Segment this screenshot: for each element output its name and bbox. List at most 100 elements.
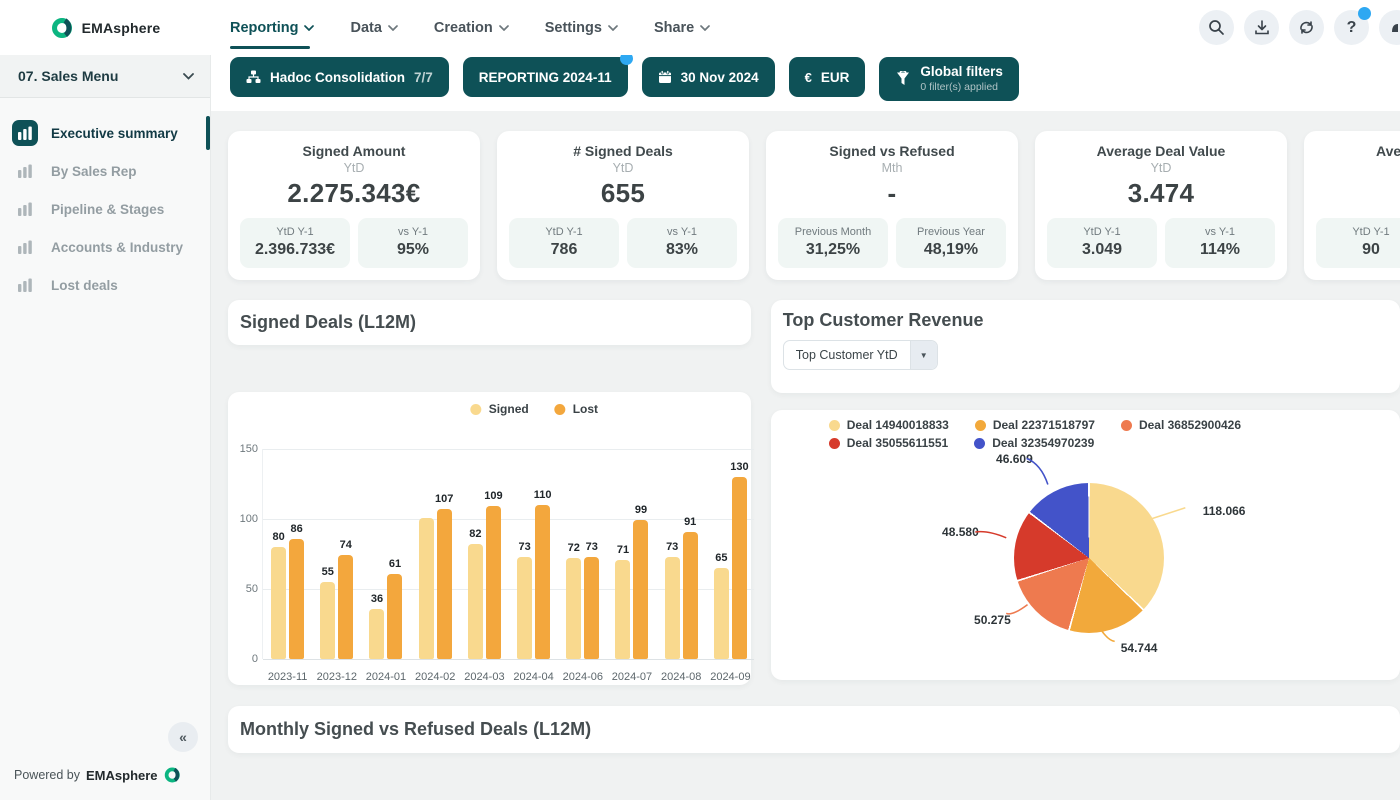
pie-graphic[interactable] xyxy=(1014,483,1164,633)
brand-name: EMAsphere xyxy=(82,20,161,36)
bar-lost[interactable]: 86 xyxy=(289,539,304,659)
kpi-subrow: YtD Y-12.396.733€vs Y-195% xyxy=(240,218,468,268)
sidebar-item-label: By Sales Rep xyxy=(51,164,137,179)
kpi-subvalue: 31,25% xyxy=(782,241,884,259)
bar-signed[interactable]: 73 xyxy=(665,557,680,659)
consolidation-filter-button[interactable]: Hadoc Consolidation 7/7 xyxy=(230,57,449,97)
bar-signed[interactable] xyxy=(419,518,434,659)
download-icon-button[interactable] xyxy=(1244,10,1279,45)
kpi-title: # Signed Deals xyxy=(509,143,737,159)
sidebar-item-lost-deals[interactable]: Lost deals xyxy=(0,266,210,304)
sidebar-item-pipeline-stages[interactable]: Pipeline & Stages xyxy=(0,190,210,228)
bar-lost[interactable]: 110 xyxy=(535,505,550,659)
kpi-title: Avera xyxy=(1316,143,1400,159)
legend-item-lost[interactable]: Lost xyxy=(555,402,598,416)
top-customer-title: Top Customer Revenue xyxy=(783,310,984,330)
kpi-card-2: # Signed DealsYtD655YtD Y-1786vs Y-183% xyxy=(497,131,749,280)
nav-item-share[interactable]: Share xyxy=(654,16,710,40)
bar-lost[interactable]: 99 xyxy=(633,520,648,659)
legend-item-deal[interactable]: Deal 35055611551 xyxy=(829,436,948,450)
bar-lost[interactable]: 61 xyxy=(387,574,402,659)
legend-item-deal[interactable]: Deal 32354970239 xyxy=(974,436,1094,450)
sidebar-item-by-sales-rep[interactable]: By Sales Rep xyxy=(0,152,210,190)
bar-signed[interactable]: 72 xyxy=(566,558,581,659)
currency-button[interactable]: € EUR xyxy=(789,57,866,97)
bar-signed[interactable]: 65 xyxy=(714,568,729,659)
x-axis-label: 2023-11 xyxy=(263,671,312,683)
bar-lost[interactable]: 74 xyxy=(338,555,353,659)
bar-chart-icon xyxy=(17,126,33,141)
bar-lost[interactable]: 91 xyxy=(683,532,698,659)
bar-value-label: 99 xyxy=(635,504,647,516)
bar-signed[interactable]: 71 xyxy=(615,560,630,659)
bar-group-2024-04: 73110 xyxy=(509,449,558,659)
x-axis-label: 2024-07 xyxy=(607,671,656,683)
bar-lost[interactable]: 107 xyxy=(437,509,452,659)
kpi-subvalue: 3.049 xyxy=(1051,241,1153,259)
partial-icon-button[interactable] xyxy=(1379,10,1400,45)
bar-value-label: 72 xyxy=(568,542,580,554)
nav-item-creation[interactable]: Creation xyxy=(434,16,509,40)
bar-signed[interactable]: 80 xyxy=(271,547,286,659)
date-filter-button[interactable]: 30 Nov 2024 xyxy=(642,57,775,97)
kpi-value: 655 xyxy=(509,178,737,210)
charts-row: Signed Deals (L12M) SignedLost0501001508… xyxy=(228,300,1400,685)
nav-item-settings[interactable]: Settings xyxy=(545,16,618,40)
euro-icon: € xyxy=(805,70,812,85)
legend-item-deal[interactable]: Deal 14940018833 xyxy=(829,418,949,432)
top-customer-panel: Top Customer Revenue Top Customer YtD ▼ … xyxy=(771,300,1400,685)
bar-lost[interactable]: 73 xyxy=(584,557,599,659)
bar-signed[interactable]: 82 xyxy=(468,544,483,659)
bar-value-label: 74 xyxy=(340,539,352,551)
sitemap-icon xyxy=(246,70,261,84)
nav-item-reporting[interactable]: Reporting xyxy=(230,16,314,40)
bar-group-2024-01: 3661 xyxy=(361,449,410,659)
bar-lost[interactable]: 109 xyxy=(486,506,501,659)
brand-logo-area[interactable]: EMAsphere xyxy=(0,0,211,55)
y-axis-tick: 50 xyxy=(230,583,258,595)
legend-item-deal[interactable]: Deal 22371518797 xyxy=(975,418,1095,432)
kpi-subbox: Previous Month31,25% xyxy=(778,218,888,268)
bar-group-2024-03: 82109 xyxy=(460,449,509,659)
nav-item-label: Data xyxy=(350,20,381,36)
search-icon-button[interactable] xyxy=(1199,10,1234,45)
kpi-period xyxy=(1316,161,1400,176)
kpi-subbox: vs Y-183% xyxy=(627,218,737,268)
y-axis-tick: 150 xyxy=(230,443,258,455)
kpi-period: Mth xyxy=(778,161,1006,176)
bar-signed[interactable]: 36 xyxy=(369,609,384,659)
reporting-period-label: REPORTING 2024-11 xyxy=(479,70,612,85)
bar-signed[interactable]: 73 xyxy=(517,557,532,659)
kpi-subvalue: 48,19% xyxy=(900,241,1002,259)
powered-by-text: Powered by xyxy=(14,768,80,782)
global-filters-subtitle: 0 filter(s) applied xyxy=(920,81,1003,94)
kpi-title: Average Deal Value xyxy=(1047,143,1275,159)
signed-deals-title-block: Signed Deals (L12M) xyxy=(228,300,751,345)
nav-item-data[interactable]: Data xyxy=(350,16,397,40)
kpi-sublabel: YtD Y-1 xyxy=(1320,226,1400,238)
global-filters-button[interactable]: Global filters 0 filter(s) applied xyxy=(879,57,1019,101)
sidebar: 07. Sales Menu Executive summary By Sales… xyxy=(0,55,211,800)
legend-label: Deal 14940018833 xyxy=(847,418,949,432)
sidebar-item-accounts-industry[interactable]: Accounts & Industry xyxy=(0,228,210,266)
sync-icon-button[interactable] xyxy=(1289,10,1324,45)
bar-lost[interactable]: 130 xyxy=(732,477,747,659)
sidebar-menu-selector[interactable]: 07. Sales Menu xyxy=(0,55,210,98)
sidebar-item-executive-summary[interactable]: Executive summary xyxy=(0,114,210,152)
sidebar-item-label: Pipeline & Stages xyxy=(51,202,164,217)
x-axis-label: 2024-04 xyxy=(509,671,558,683)
calendar-icon xyxy=(658,70,672,84)
top-customer-selector[interactable]: Top Customer YtD ▼ xyxy=(783,340,938,370)
kpi-subrow: YtD Y-1786vs Y-183% xyxy=(509,218,737,268)
legend-item-deal[interactable]: Deal 36852900426 xyxy=(1121,418,1241,432)
sidebar-collapse-button[interactable]: « xyxy=(168,722,198,752)
y-axis-tick: 0 xyxy=(230,653,258,665)
legend-item-signed[interactable]: Signed xyxy=(471,402,529,416)
pie-slice-label: 46.609 xyxy=(967,452,1033,466)
x-axis-label: 2023-12 xyxy=(312,671,361,683)
reporting-period-button[interactable]: REPORTING 2024-11 xyxy=(463,57,628,97)
help-icon-button[interactable]: ? xyxy=(1334,10,1369,45)
kpi-subbox: YtD Y-13.049 xyxy=(1047,218,1157,268)
bar-value-label: 65 xyxy=(715,552,727,564)
bar-signed[interactable]: 55 xyxy=(320,582,335,659)
